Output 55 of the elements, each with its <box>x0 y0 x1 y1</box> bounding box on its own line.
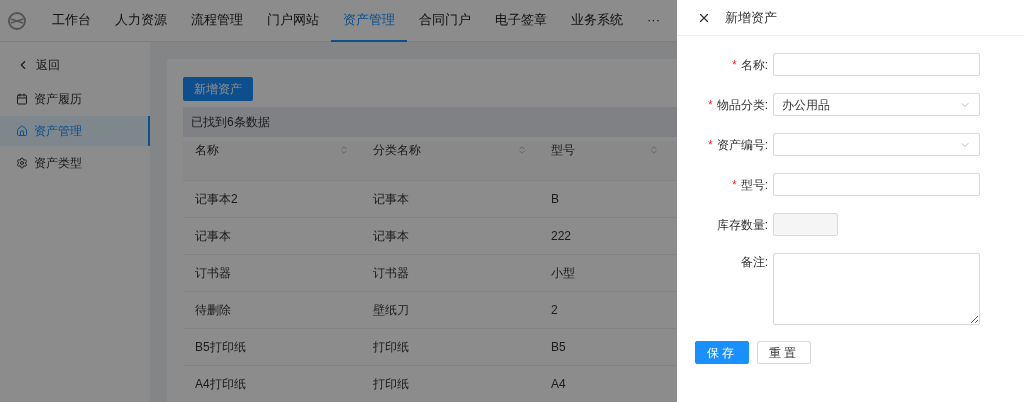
drawer-title: 新增资产 <box>725 8 777 27</box>
sidebar-item[interactable]: 资产类型 <box>0 148 150 178</box>
home-icon <box>16 125 28 137</box>
nav-tab[interactable]: ··· <box>635 0 672 42</box>
table-cell-text: A4 <box>551 376 566 393</box>
table-cell-text: 小型 <box>551 265 575 282</box>
reset-button[interactable]: 重置 <box>757 341 811 364</box>
save-button[interactable]: 保存 <box>695 341 749 364</box>
field-label: 名称: <box>740 57 768 72</box>
sort-icon <box>339 145 349 155</box>
table-cell-text: 订书器 <box>373 265 409 282</box>
sort-icon <box>649 145 659 155</box>
calendar-icon <box>16 93 28 105</box>
back-link[interactable]: 返回 <box>0 48 150 82</box>
nav-tab[interactable]: 工作台 <box>40 0 103 42</box>
column-header[interactable]: 名称 <box>183 141 361 180</box>
nav-tab[interactable]: 合同门户 <box>407 0 483 42</box>
table-cell-text: B5 <box>551 339 566 356</box>
table-cell-text: 记事本 <box>373 228 409 245</box>
table-cell-text: 222 <box>551 228 572 245</box>
required-mark: * <box>732 177 737 192</box>
field-label: 备注: <box>740 255 768 269</box>
select-field[interactable]: 办公用品 <box>773 93 980 116</box>
field-label: 型号: <box>740 177 768 192</box>
table-cell-text: 打印纸 <box>373 376 409 393</box>
notes-field[interactable] <box>773 253 980 325</box>
table-cell-text: B <box>551 191 559 208</box>
table-cell-text: 记事本 <box>195 228 231 245</box>
text-field[interactable] <box>773 53 980 76</box>
table-cell-text: 2 <box>551 302 558 319</box>
nav-tab[interactable]: 人力资源 <box>103 0 179 42</box>
table-cell-text: 待删除 <box>195 302 231 319</box>
select-field[interactable] <box>773 133 980 156</box>
nav-tab[interactable]: 业务系统 <box>559 0 635 42</box>
required-mark: * <box>708 137 713 152</box>
table-cell-text: 订书器 <box>195 265 231 282</box>
table-cell-text: 记事本 <box>373 191 409 208</box>
field-label: 库存数量: <box>716 217 768 232</box>
settings-icon <box>16 157 28 169</box>
nav-tab[interactable]: 门户网站 <box>255 0 331 42</box>
table-cell-text: B5打印纸 <box>195 339 246 356</box>
field-label: 资产编号: <box>716 137 768 152</box>
logo-icon <box>8 11 26 30</box>
sort-icon <box>517 145 527 155</box>
required-mark: * <box>732 57 737 72</box>
table-cell-text: 记事本2 <box>195 191 238 208</box>
table-cell-text: A4打印纸 <box>195 376 246 393</box>
table-cell-text: 打印纸 <box>373 339 409 356</box>
column-header[interactable]: 分类名称 <box>361 141 539 180</box>
column-header[interactable]: 型号 <box>539 141 671 180</box>
table-cell-text: 壁纸刀 <box>373 302 409 319</box>
text-field[interactable] <box>773 173 980 196</box>
sidebar-item[interactable]: 资产履历 <box>0 84 150 114</box>
nav-tab[interactable]: 流程管理 <box>179 0 255 42</box>
nav-tab[interactable]: 电子签章 <box>483 0 559 42</box>
